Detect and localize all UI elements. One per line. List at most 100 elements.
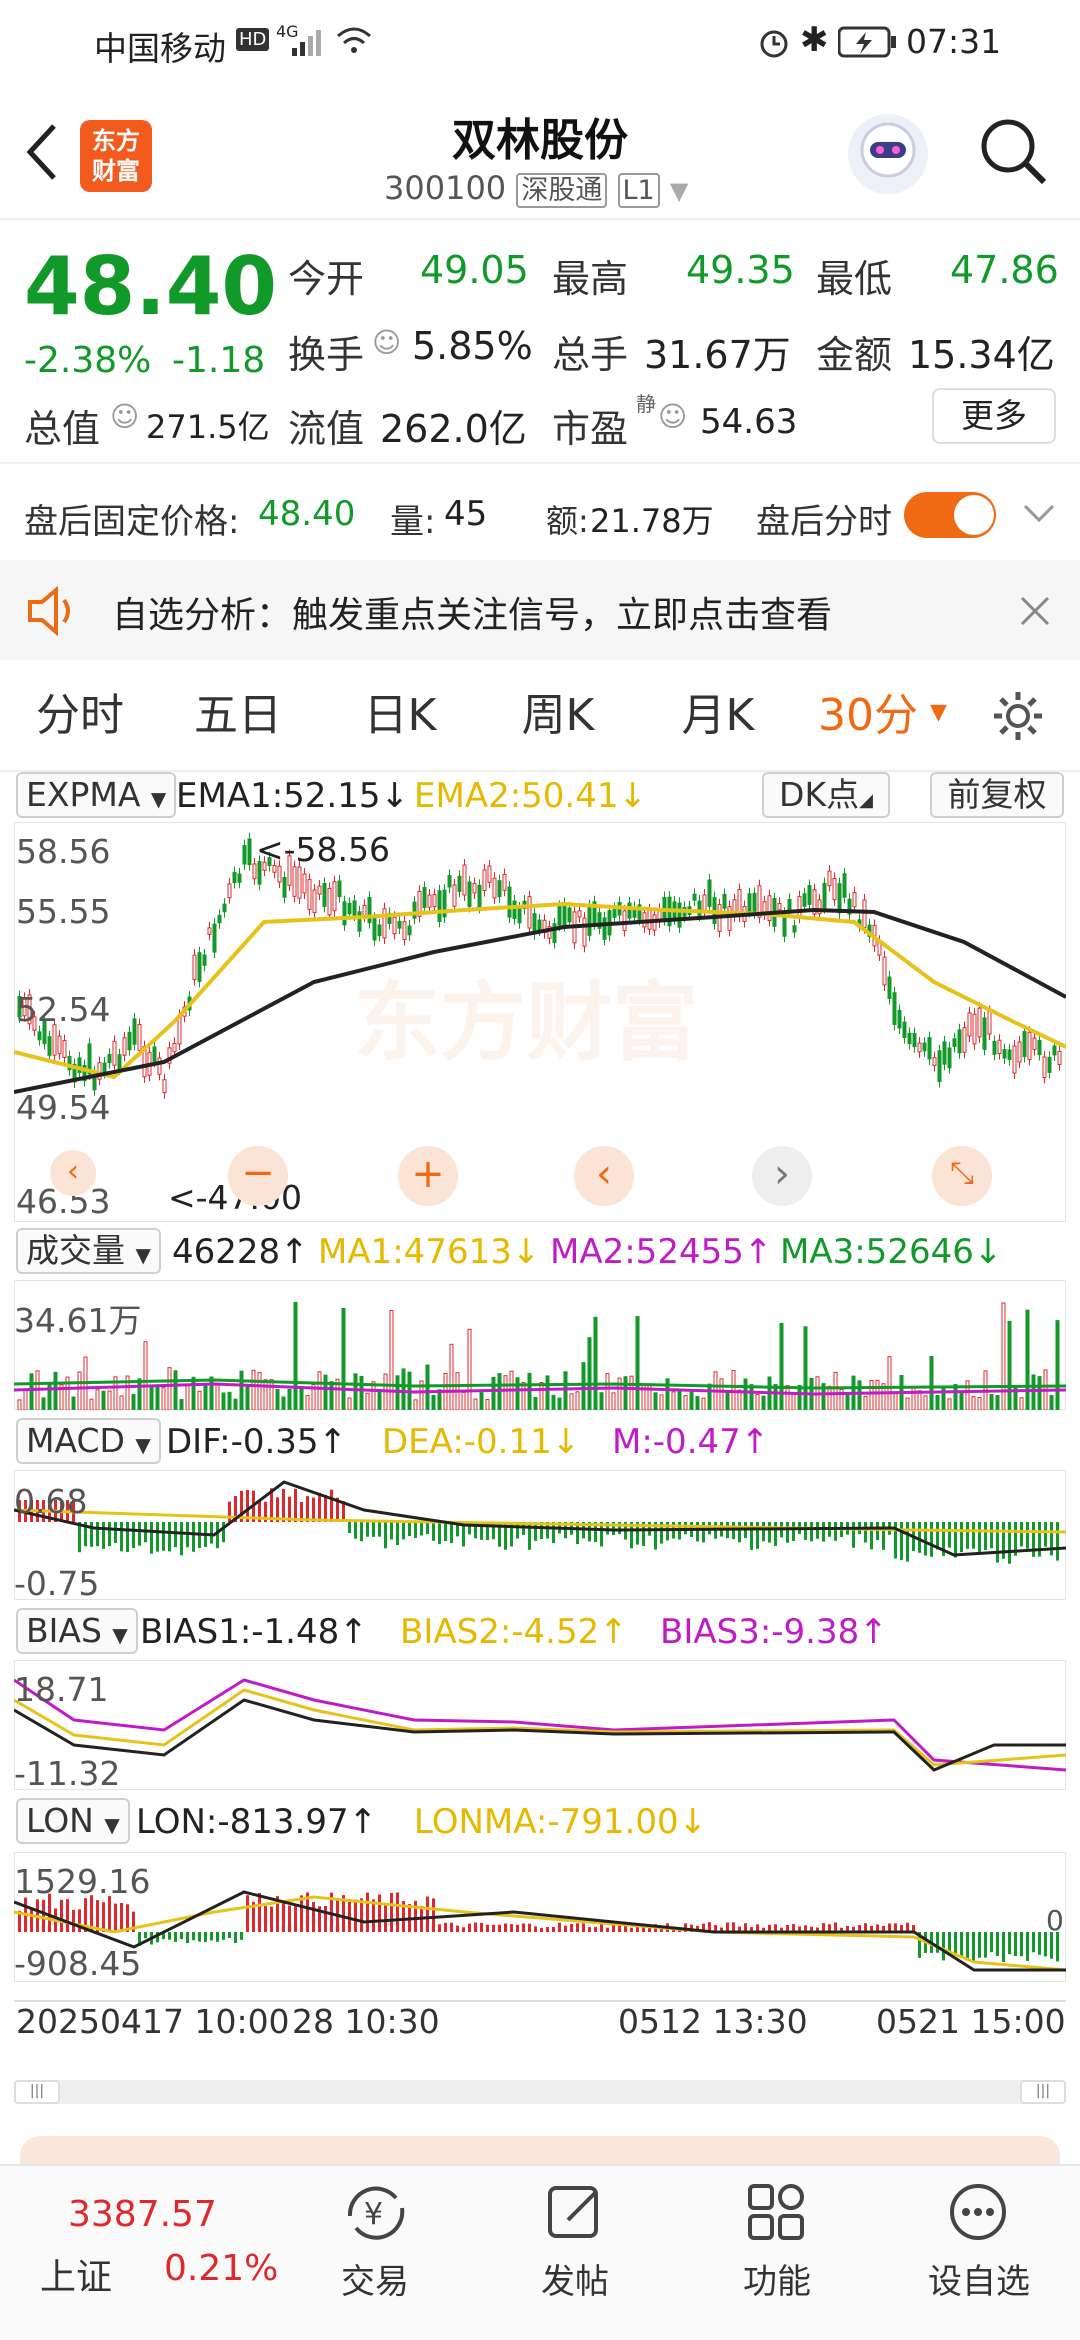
promo-strip[interactable]	[20, 2136, 1060, 2166]
volume-bar	[857, 1380, 862, 1410]
close-icon[interactable]	[1018, 594, 1052, 628]
candle	[972, 1013, 977, 1045]
candle	[882, 956, 887, 986]
macd-bar	[306, 1496, 309, 1522]
chart-scrollbar[interactable]: ||| |||	[14, 2080, 1066, 2104]
macd-bar	[774, 1522, 777, 1546]
volume-bar	[221, 1392, 226, 1410]
candle	[412, 901, 417, 919]
volume-bar	[569, 1393, 574, 1410]
step-right-icon[interactable]: ›	[752, 1146, 812, 1206]
volume-bar	[473, 1398, 478, 1410]
adjust-button[interactable]: 前复权	[930, 772, 1064, 818]
trade-icon[interactable]: ¥	[340, 2180, 412, 2244]
tab-five-day[interactable]: 五日	[168, 660, 308, 772]
lon-bar	[270, 1906, 273, 1932]
tab-weekly-k[interactable]: 周K	[488, 660, 628, 772]
candle	[497, 880, 502, 898]
index-value[interactable]: 3387.57	[68, 2194, 217, 2235]
search-icon[interactable]	[976, 114, 1050, 188]
scroll-left-icon[interactable]: ‹	[50, 1150, 96, 1196]
dk-point-button[interactable]: DK点◢	[762, 772, 890, 818]
candle	[587, 905, 592, 936]
macd-bar	[366, 1522, 369, 1537]
volume-bar	[155, 1386, 160, 1410]
volume-bar	[533, 1396, 538, 1410]
macd-bar	[900, 1522, 903, 1561]
macd-bar	[210, 1522, 213, 1544]
macd-bar	[120, 1522, 123, 1552]
lon-y-top: 1529.16	[14, 1862, 151, 1901]
after-hours-volume-label: 量:	[390, 502, 436, 542]
volume-bar	[1001, 1302, 1006, 1410]
macd-bar	[972, 1522, 975, 1549]
candle	[37, 1031, 42, 1041]
lon-bar	[1008, 1932, 1011, 1955]
tab-intraday[interactable]: 分时	[10, 660, 150, 772]
tab-dropdown-icon[interactable]: ▼	[930, 700, 947, 725]
lon-indicator-select[interactable]: LON ▼	[16, 1798, 130, 1844]
bias-indicator-select[interactable]: BIAS ▼	[16, 1608, 138, 1654]
fullscreen-icon[interactable]: ⤡	[932, 1146, 992, 1206]
post-icon[interactable]	[544, 2180, 608, 2244]
functions-icon[interactable]	[744, 2180, 808, 2244]
scroll-handle-left[interactable]: |||	[14, 2080, 60, 2104]
volume-bar	[17, 1399, 22, 1410]
lon-bar	[66, 1899, 69, 1932]
after-hours-toggle[interactable]	[904, 492, 996, 538]
bias-chart[interactable]	[14, 1660, 1066, 1790]
volume-bar	[581, 1362, 586, 1410]
macd-bar	[870, 1522, 873, 1550]
step-left-icon[interactable]: ‹	[574, 1146, 634, 1206]
notice-banner[interactable]: 自选分析：触发重点关注信号，立即点击查看	[0, 560, 1080, 660]
nav-add-watchlist[interactable]: 设自选	[904, 2254, 1054, 2303]
info-icon[interactable]: ☺	[110, 400, 139, 433]
macd-chart[interactable]	[14, 1470, 1066, 1600]
index-change[interactable]: 0.21%	[164, 2248, 278, 2289]
zoom-out-icon[interactable]: −	[228, 1146, 288, 1206]
nav-post[interactable]: 发帖	[500, 2254, 650, 2303]
macd-bar	[822, 1522, 825, 1542]
tab-daily-k[interactable]: 日K	[330, 660, 470, 772]
scroll-handle-right[interactable]: |||	[1020, 2080, 1066, 2104]
main-indicator-select[interactable]: EXPMA ▼	[16, 772, 177, 818]
candlestick-chart[interactable]: 东方财富	[14, 822, 1066, 1222]
volume-bar	[359, 1375, 364, 1410]
macd-bar	[396, 1522, 399, 1546]
macd-bar	[102, 1522, 105, 1549]
index-name[interactable]: 上证	[40, 2248, 112, 2300]
more-options-icon[interactable]	[946, 2180, 1010, 2244]
volume-indicator-select[interactable]: 成交量 ▼	[16, 1228, 161, 1274]
candle	[797, 896, 802, 918]
macd-bar	[192, 1522, 195, 1552]
macd-bar	[126, 1522, 129, 1552]
lon-bar	[570, 1924, 573, 1932]
low-value: 47.86	[950, 248, 1059, 292]
macd-bar	[132, 1522, 135, 1549]
nav-trade[interactable]: 交易	[300, 2254, 450, 2303]
tab-30min[interactable]: 30分	[808, 660, 928, 772]
lon-chart[interactable]	[14, 1852, 1066, 1982]
volume-bar	[1049, 1395, 1054, 1410]
nav-functions[interactable]: 功能	[702, 2254, 852, 2303]
more-button[interactable]: 更多	[932, 388, 1056, 444]
lon-bar	[414, 1900, 417, 1932]
volume-y-label: 34.61万	[14, 1301, 142, 1340]
gear-icon[interactable]	[990, 688, 1046, 744]
info-icon[interactable]: ☺	[658, 400, 687, 433]
candle	[232, 871, 237, 884]
zoom-in-icon[interactable]: +	[398, 1146, 458, 1206]
volume-bar	[29, 1373, 34, 1410]
volume-bar	[329, 1381, 334, 1410]
info-icon[interactable]: ☺	[372, 326, 401, 359]
volume-bar	[683, 1395, 688, 1410]
macd-bar	[426, 1522, 429, 1535]
level-dropdown-icon[interactable]: ▼	[670, 177, 688, 205]
chevron-down-icon[interactable]	[1022, 502, 1056, 526]
volume-chart[interactable]	[14, 1280, 1066, 1410]
volume-bar	[719, 1378, 724, 1410]
tab-monthly-k[interactable]: 月K	[648, 660, 788, 772]
macd-indicator-select[interactable]: MACD ▼	[16, 1418, 161, 1464]
amount-value: 15.34亿	[908, 333, 1055, 377]
robot-avatar-icon[interactable]	[846, 112, 930, 196]
